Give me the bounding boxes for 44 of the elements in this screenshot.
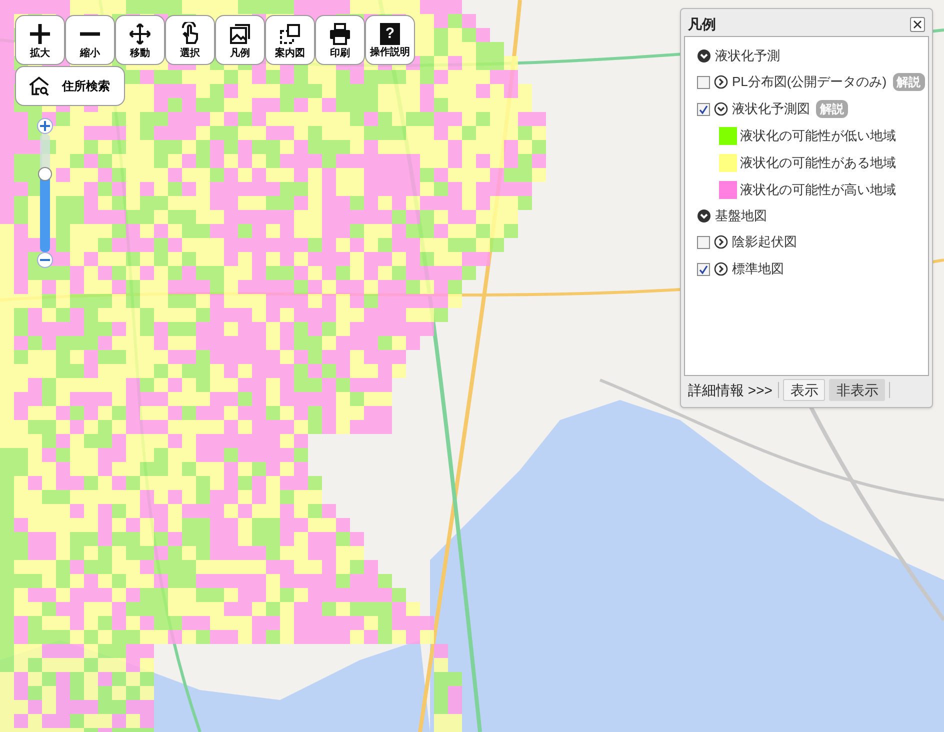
toolbar-button[interactable]: 拡大: [15, 15, 65, 65]
legend-item-label: 液状化の可能性が低い地域: [740, 127, 896, 146]
toolbar-button[interactable]: 凡例: [215, 15, 265, 65]
panel-title: 凡例: [688, 14, 716, 34]
close-button[interactable]: [910, 16, 925, 32]
zoom-track[interactable]: [40, 134, 50, 252]
details-link[interactable]: 詳細情報 >>>: [688, 380, 772, 400]
toolbar-button[interactable]: 案内図: [265, 15, 315, 65]
minus-icon: [78, 32, 102, 36]
legend-item-label: 液状化の可能性が高い地域: [740, 181, 896, 200]
layer-checkbox[interactable]: [697, 236, 710, 248]
filled-chevron-down-icon[interactable]: [697, 49, 711, 63]
house-search-icon: [28, 75, 50, 97]
legend-item-label: 液状化の可能性がある地域: [740, 154, 896, 172]
layer-label: 標準地図: [732, 260, 784, 278]
toolbar-button[interactable]: 移動: [115, 15, 165, 65]
toolbar-button[interactable]: 縮小: [65, 15, 115, 65]
help-icon: ?: [380, 22, 400, 44]
layer-checkbox[interactable]: [697, 102, 710, 116]
chevron-down-icon[interactable]: [714, 102, 728, 116]
printer-icon: [328, 22, 352, 46]
filled-chevron-down-icon[interactable]: [697, 209, 711, 223]
plus-icon: [40, 121, 50, 131]
plus-icon: [28, 22, 52, 46]
toggle-button[interactable]: 表示: [783, 379, 826, 401]
toolbar-button[interactable]: ? 操作説明: [365, 15, 415, 65]
layer-label: 陰影起伏図: [732, 233, 797, 252]
chevron-right-icon[interactable]: [714, 235, 728, 249]
close-icon: [913, 20, 922, 28]
toolbar-button[interactable]: 選択: [165, 15, 215, 65]
section-label: 基盤地図: [715, 207, 767, 226]
move-arrows-icon: [128, 22, 152, 46]
toggle-button[interactable]: 非表示: [829, 379, 886, 401]
layers-picture-icon: [228, 22, 252, 46]
chevron-right-icon[interactable]: [714, 262, 728, 276]
layer-checkbox[interactable]: [697, 262, 710, 276]
toolbar-button[interactable]: 印刷: [315, 15, 365, 65]
layer-checkbox[interactable]: [697, 76, 710, 88]
dashed-squares-icon: [278, 22, 302, 46]
layer-label: PL分布図(公開データのみ): [732, 73, 887, 92]
chevron-right-icon[interactable]: [714, 75, 728, 89]
address-search-button[interactable]: 住所検索: [15, 66, 125, 106]
layer-label: 液状化予測図: [732, 100, 810, 118]
section-label: 液状化予測: [715, 47, 780, 66]
